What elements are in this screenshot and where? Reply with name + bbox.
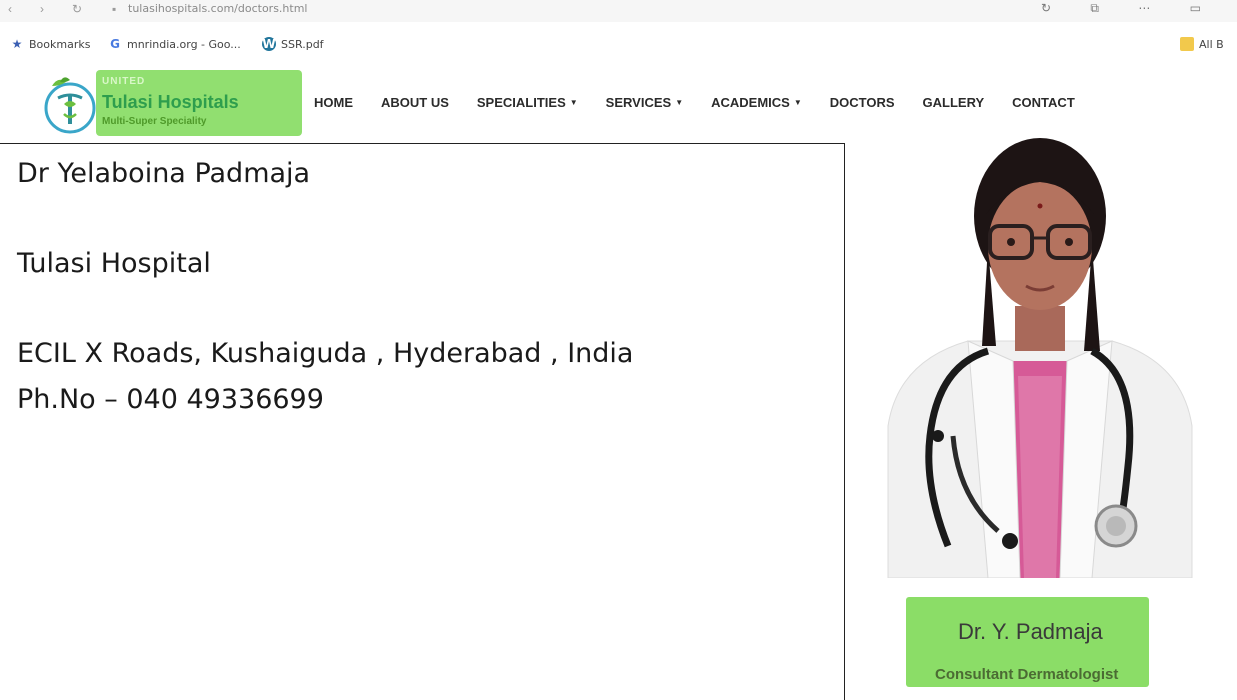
all-bookmarks-item[interactable]: All B bbox=[1180, 37, 1224, 51]
back-icon[interactable]: ‹ bbox=[8, 2, 12, 16]
folder-icon bbox=[1180, 37, 1194, 51]
site-header: UNITED Tulasi Hospitals Multi-Super Spec… bbox=[0, 62, 1237, 140]
star-icon: ★ bbox=[11, 37, 23, 51]
nav-academics[interactable]: ACADEMICS ▼ bbox=[711, 95, 802, 110]
caret-down-icon: ▼ bbox=[793, 98, 802, 107]
doctor-photo bbox=[878, 136, 1202, 578]
logo-tagline: Multi-Super Speciality bbox=[102, 116, 207, 127]
logo-name: Tulasi Hospitals bbox=[102, 92, 239, 112]
bookmark-label: SSR.pdf bbox=[281, 37, 324, 51]
main-navigation: HOME ABOUT US SPECIALITIES ▼ SERVICES ▼ AC… bbox=[314, 95, 1103, 110]
nav-home[interactable]: HOME bbox=[314, 95, 353, 110]
nav-about-us[interactable]: ABOUT US bbox=[381, 95, 449, 110]
nav-services-label: SERVICES bbox=[605, 95, 672, 110]
nav-academics-label: ACADEMICS bbox=[711, 95, 790, 110]
nav-gallery-label: GALLERY bbox=[922, 95, 985, 110]
google-icon: G bbox=[110, 37, 120, 51]
nav-services[interactable]: SERVICES ▼ bbox=[606, 95, 683, 110]
logo-prefix: UNITED bbox=[102, 76, 146, 87]
hospital-phone: Ph.No – 040 49336699 bbox=[17, 384, 324, 415]
nav-contact[interactable]: CONTACT bbox=[1012, 95, 1075, 110]
doctor-badge-title: Consultant Dermatologist bbox=[935, 666, 1119, 683]
bookmark-label: mnrindia.org - Goo... bbox=[127, 37, 241, 51]
hospital-address: ECIL X Roads, Kushaiguda , Hyderabad , I… bbox=[17, 338, 634, 369]
caduceus-logo-icon bbox=[44, 77, 96, 134]
caret-down-icon: ▼ bbox=[675, 98, 684, 107]
doctor-info-panel bbox=[0, 143, 845, 700]
nav-doctors[interactable]: DOCTORS bbox=[830, 95, 895, 110]
all-bookmarks-label: All B bbox=[1199, 37, 1224, 51]
nav-home-label: HOME bbox=[314, 95, 353, 110]
bookmark-item-bookmarks[interactable]: ★ Bookmarks bbox=[10, 37, 91, 51]
caret-down-icon: ▼ bbox=[569, 98, 578, 107]
hospital-name: Tulasi Hospital bbox=[17, 248, 211, 279]
doctor-full-name: Dr Yelaboina Padmaja bbox=[17, 158, 311, 189]
bookmarks-bar: ★ Bookmarks G mnrindia.org - Goo... W SS… bbox=[0, 32, 1237, 58]
hospital-logo[interactable]: UNITED Tulasi Hospitals Multi-Super Spec… bbox=[38, 68, 302, 136]
site-info-icon[interactable]: ▪ bbox=[112, 2, 116, 16]
browser-toolbar-icons[interactable]: ↻ ⧉ ⋯ ▭ bbox=[1041, 1, 1219, 16]
wordpress-icon: W bbox=[262, 37, 276, 51]
bookmark-item-mnrindia[interactable]: G mnrindia.org - Goo... bbox=[108, 37, 241, 51]
nav-gallery[interactable]: GALLERY bbox=[923, 95, 985, 110]
address-bar-strip: ‹ › ↻ ▪ tulasihospitals.com/doctors.html… bbox=[0, 0, 1237, 22]
bookmark-item-ssr[interactable]: W SSR.pdf bbox=[262, 37, 324, 51]
nav-specialities[interactable]: SPECIALITIES ▼ bbox=[477, 95, 578, 110]
nav-doctors-label: DOCTORS bbox=[829, 95, 895, 110]
nav-specialities-label: SPECIALITIES bbox=[476, 95, 566, 110]
reload-icon[interactable]: ↻ bbox=[72, 2, 82, 16]
forward-icon[interactable]: › bbox=[40, 2, 44, 16]
url-text[interactable]: tulasihospitals.com/doctors.html bbox=[128, 2, 308, 15]
nav-about-us-label: ABOUT US bbox=[381, 95, 449, 110]
bookmark-label: Bookmarks bbox=[29, 37, 91, 51]
doctor-badge-name: Dr. Y. Padmaja bbox=[958, 619, 1103, 644]
nav-contact-label: CONTACT bbox=[1012, 95, 1075, 110]
